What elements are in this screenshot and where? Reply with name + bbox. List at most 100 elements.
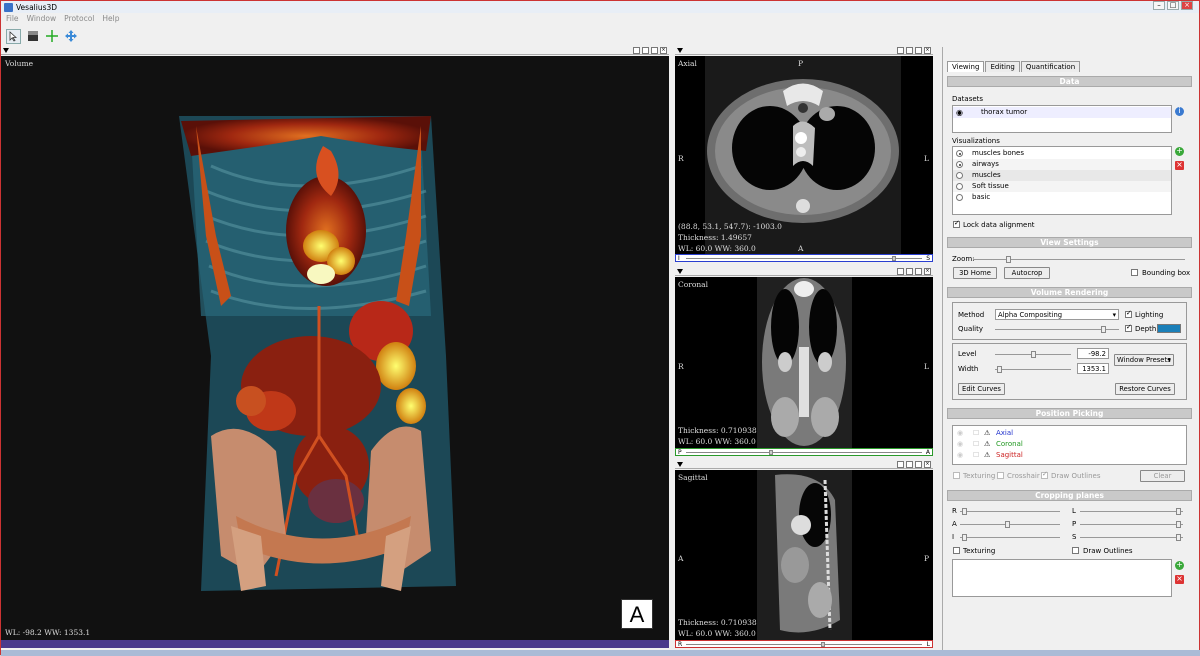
list-item[interactable]: Soft tissue — [953, 181, 1171, 192]
tab-viewing[interactable]: Viewing — [947, 61, 985, 72]
checkbox-icon[interactable]: ☐ — [973, 450, 979, 461]
view-minimize-icon[interactable] — [633, 47, 640, 54]
depth-checkbox[interactable] — [1125, 323, 1132, 332]
visualization-radio[interactable] — [956, 172, 963, 179]
width-input[interactable]: 1353.1 — [1077, 363, 1109, 374]
minimize-icon[interactable]: – — [1153, 1, 1165, 10]
axial-float-icon[interactable] — [915, 47, 922, 54]
remove-cropping-plane-icon[interactable]: × — [1175, 575, 1184, 584]
crosshair-checkbox[interactable] — [997, 472, 1004, 479]
width-slider-thumb[interactable] — [997, 366, 1002, 373]
texturing-checkbox[interactable] — [953, 472, 960, 479]
axial-slider-thumb[interactable] — [891, 256, 896, 261]
crop-s-slider[interactable] — [1080, 534, 1183, 541]
view-restore-icon[interactable] — [642, 47, 649, 54]
close-icon[interactable]: × — [1181, 1, 1193, 10]
width-slider[interactable] — [995, 366, 1071, 373]
axial-menu-icon[interactable] — [677, 48, 683, 53]
view-menu-icon[interactable] — [3, 48, 9, 53]
list-item[interactable]: muscles bones — [953, 148, 1171, 159]
crop-draw-outlines-checkbox[interactable] — [1072, 547, 1079, 554]
visualization-radio[interactable] — [956, 194, 963, 201]
coronal-minimize-icon[interactable] — [897, 268, 904, 275]
list-item[interactable]: ◉ ☐ ⚠ Sagittal — [953, 450, 1186, 461]
list-item[interactable]: airways — [953, 159, 1171, 170]
data-section-header[interactable]: Data — [947, 76, 1192, 87]
sagittal-minimize-icon[interactable] — [897, 461, 904, 468]
eye-icon[interactable]: ◉ — [957, 439, 963, 450]
axial-close-icon[interactable]: × — [924, 47, 931, 54]
checkbox-icon[interactable]: ☐ — [973, 439, 979, 450]
bounding-box-checkbox[interactable] — [1131, 269, 1138, 276]
coronal-close-icon[interactable]: × — [924, 268, 931, 275]
checkbox-icon[interactable]: ☐ — [973, 428, 979, 439]
quality-slider-thumb[interactable] — [1101, 326, 1106, 333]
list-item[interactable]: ◉ ☐ ⚠ Axial — [953, 428, 1186, 439]
crop-a-slider[interactable] — [960, 521, 1060, 528]
sagittal-float-icon[interactable] — [915, 461, 922, 468]
tab-quantification[interactable]: Quantification — [1020, 61, 1081, 72]
crop-i-slider[interactable] — [960, 534, 1060, 541]
crop-texturing-checkbox[interactable] — [953, 547, 960, 554]
add-cropping-plane-icon[interactable]: + — [1175, 561, 1184, 570]
maximize-icon[interactable]: □ — [1167, 1, 1179, 10]
visualization-radio[interactable] — [956, 150, 963, 157]
info-icon[interactable]: i — [1175, 107, 1184, 116]
3d-home-button[interactable]: 3D Home — [953, 267, 997, 279]
menu-protocol[interactable]: Protocol — [64, 14, 94, 25]
list-item[interactable]: basic — [953, 192, 1171, 203]
level-slider-thumb[interactable] — [1031, 351, 1036, 358]
position-picking-section-header[interactable]: Position Picking — [947, 408, 1192, 419]
sagittal-slider-thumb[interactable] — [820, 642, 825, 647]
lock-alignment-checkbox[interactable] — [953, 219, 960, 228]
visualization-radio[interactable] — [956, 161, 963, 168]
coronal-menu-icon[interactable] — [677, 269, 683, 274]
autocrop-button[interactable]: Autocrop — [1004, 267, 1050, 279]
zoom-slider[interactable] — [973, 256, 1185, 263]
level-slider[interactable] — [995, 351, 1071, 358]
coronal-slider-thumb[interactable] — [768, 450, 773, 455]
level-input[interactable]: -98.2 — [1077, 348, 1109, 359]
view-float-icon[interactable] — [651, 47, 658, 54]
quality-slider[interactable] — [995, 326, 1119, 333]
sagittal-slice-slider[interactable]: R L — [675, 640, 933, 648]
axial-view[interactable]: Axial P R L (88.8, 53.1, 547.7): -1003.0… — [675, 56, 933, 254]
pan-tool-button[interactable] — [63, 29, 78, 44]
volume-view[interactable]: Volume A WL: -98.2 WW: 1353.1 — [1, 56, 669, 640]
method-select[interactable]: Alpha Compositing ▾ — [995, 309, 1119, 320]
pointer-tool-button[interactable] — [6, 28, 21, 44]
slider-thumb[interactable] — [1176, 534, 1181, 541]
coronal-slice-slider[interactable]: P A — [675, 448, 933, 456]
crosshair-tool-button[interactable] — [44, 29, 59, 44]
clear-button[interactable]: Clear — [1140, 470, 1185, 482]
eye-icon[interactable]: ◉ — [956, 107, 963, 118]
edit-curves-button[interactable]: Edit Curves — [958, 383, 1005, 395]
lighting-checkbox[interactable] — [1125, 309, 1132, 318]
slider-thumb[interactable] — [962, 508, 967, 515]
view-settings-section-header[interactable]: View Settings — [947, 237, 1192, 248]
remove-visualization-icon[interactable]: × — [1175, 161, 1184, 170]
coronal-float-icon[interactable] — [915, 268, 922, 275]
menu-file[interactable]: File — [6, 14, 19, 25]
sagittal-view[interactable]: Sagittal A P Thickness: 0.710938 WL: 60.… — [675, 470, 933, 640]
list-item[interactable]: muscles — [953, 170, 1171, 181]
crop-r-slider[interactable] — [960, 508, 1060, 515]
menu-window[interactable]: Window — [27, 14, 57, 25]
cropping-planes-section-header[interactable]: Cropping planes — [947, 490, 1192, 501]
sagittal-close-icon[interactable]: × — [924, 461, 931, 468]
slider-thumb[interactable] — [962, 534, 967, 541]
zoom-slider-thumb[interactable] — [1006, 256, 1011, 263]
window-level-tool-button[interactable] — [25, 29, 40, 44]
crop-l-slider[interactable] — [1080, 508, 1183, 515]
list-item[interactable]: ◉ thorax tumor — [953, 107, 1171, 118]
tab-editing[interactable]: Editing — [985, 61, 1020, 72]
window-presets-button[interactable]: Window Presets ▾ — [1114, 354, 1174, 366]
axial-restore-icon[interactable] — [906, 47, 913, 54]
add-visualization-icon[interactable]: + — [1175, 147, 1184, 156]
depth-color-swatch[interactable] — [1157, 324, 1181, 333]
draw-outlines-checkbox[interactable] — [1041, 470, 1048, 479]
coronal-view[interactable]: Coronal R L Thickness: 0.710938 WL: 60.0… — [675, 277, 933, 448]
sagittal-menu-icon[interactable] — [677, 462, 683, 467]
view-close-icon[interactable]: × — [660, 47, 667, 54]
crop-p-slider[interactable] — [1080, 521, 1183, 528]
